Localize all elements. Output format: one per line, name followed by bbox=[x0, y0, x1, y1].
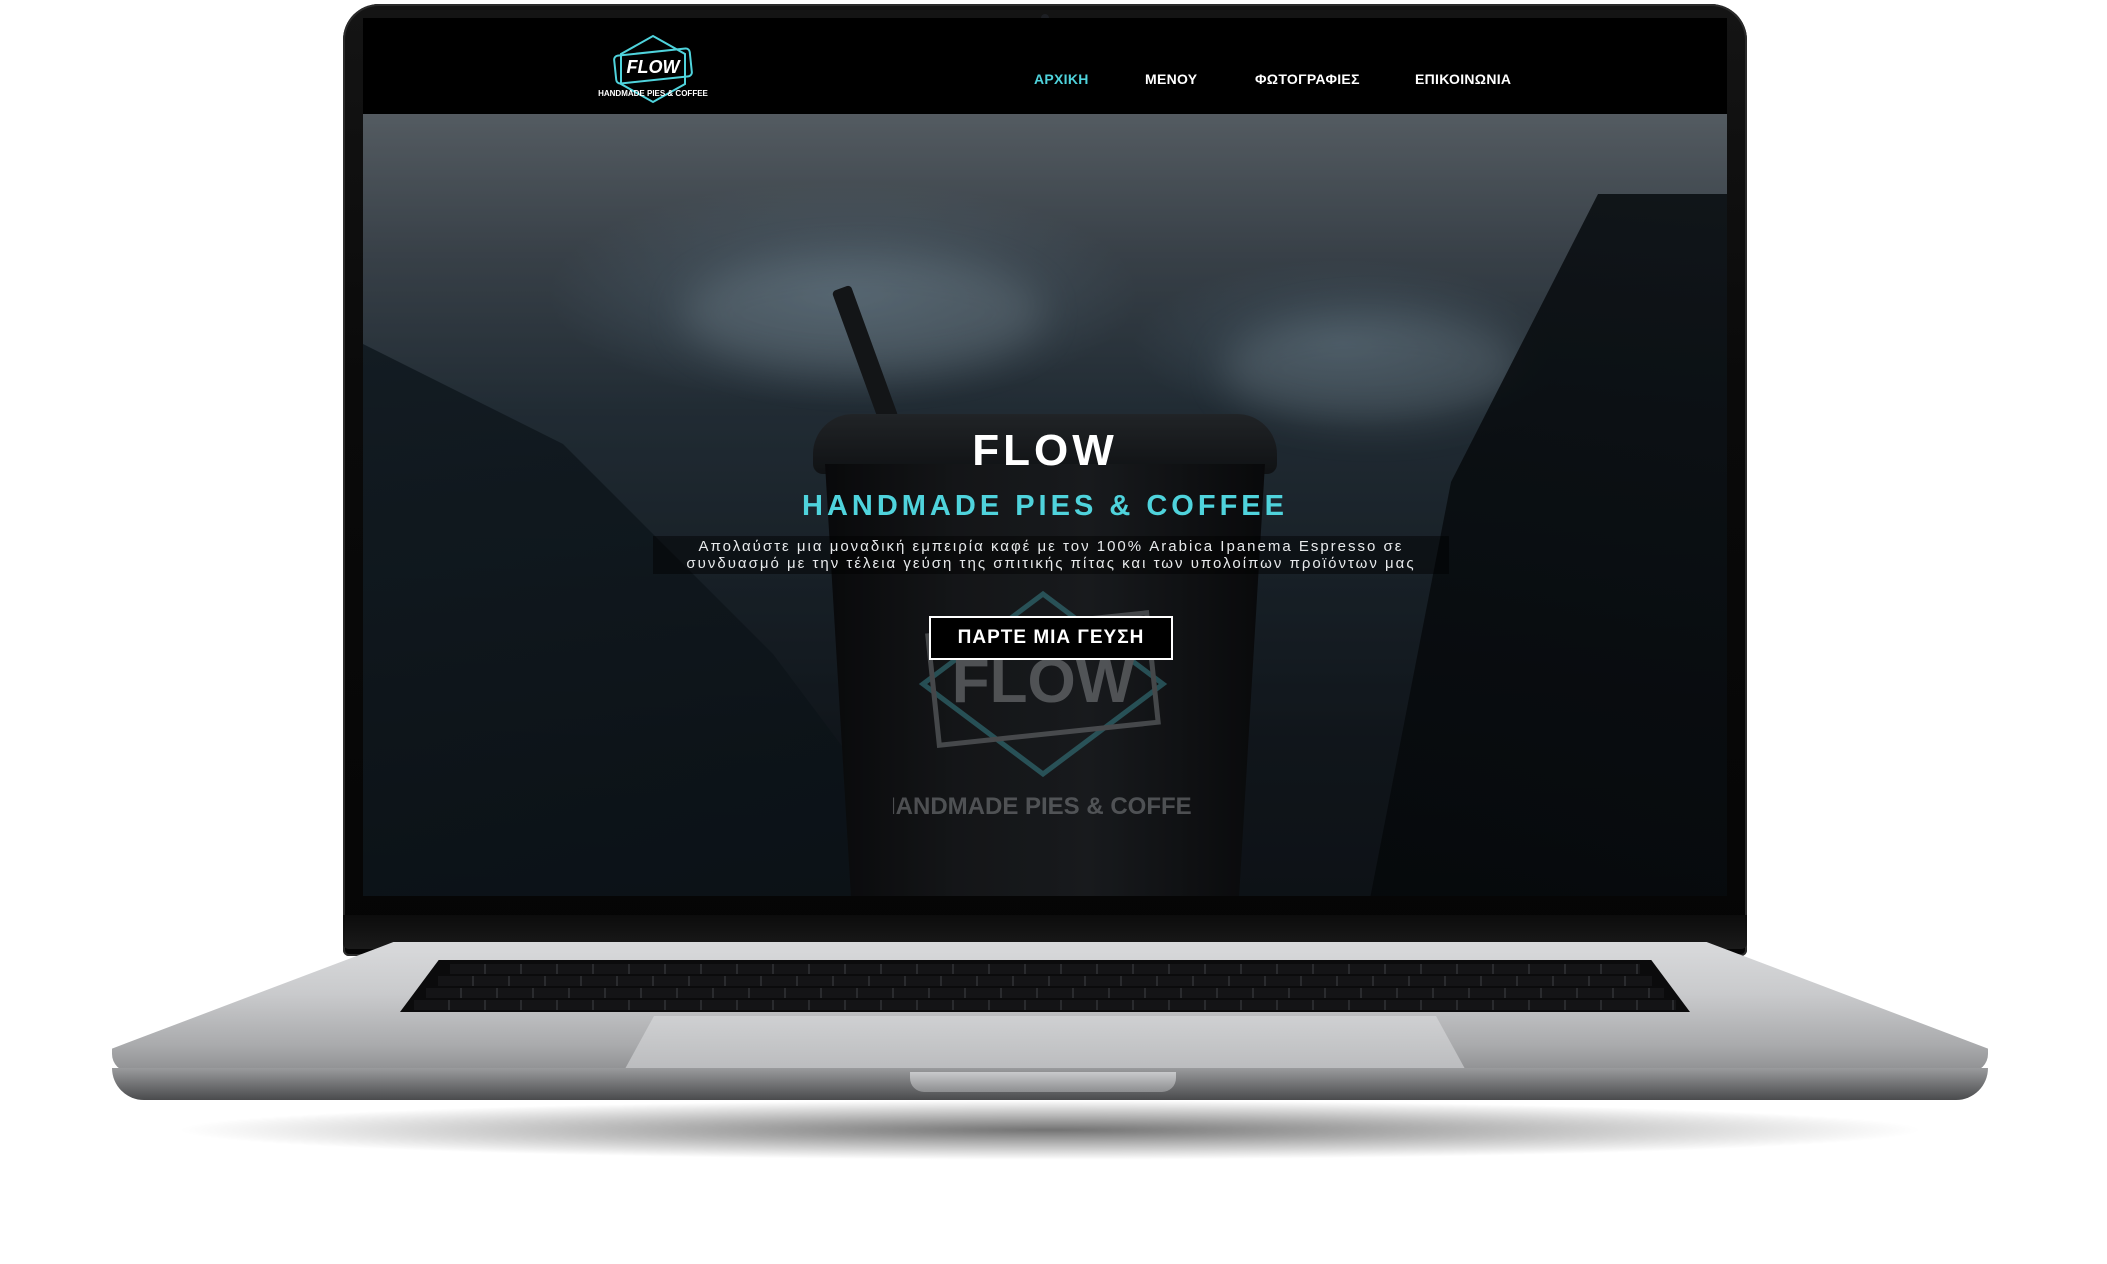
keyboard bbox=[400, 960, 1690, 1012]
nav-photos[interactable]: ΦΩΤΟΓΡΑΦΙΕΣ bbox=[1255, 71, 1360, 87]
site-header: FLOW HANDMADE PIES & COFFEE ΑΡΧΙΚΗ ΜΕΝΟΥ… bbox=[363, 18, 1727, 114]
keyboard-row bbox=[450, 964, 1640, 974]
nav-menu[interactable]: ΜΕΝΟΥ bbox=[1145, 71, 1197, 87]
logo-tagline: HANDMADE PIES & COFFEE bbox=[598, 89, 708, 98]
laptop-notch bbox=[910, 1072, 1176, 1092]
nav-home[interactable]: ΑΡΧΙΚΗ bbox=[1034, 71, 1089, 87]
keyboard-row bbox=[414, 1000, 1676, 1010]
browser-screen: FLOW HANDMADE PIES & COFFEE ΑΡΧΙΚΗ ΜΕΝΟΥ… bbox=[363, 18, 1727, 896]
hero-title: FLOW bbox=[972, 426, 1118, 475]
nav-contact[interactable]: ΕΠΙΚΟΙΝΩΝΙΑ bbox=[1415, 71, 1511, 87]
keyboard-row bbox=[438, 976, 1652, 986]
logo-word: FLOW bbox=[627, 57, 682, 77]
laptop-shadow bbox=[170, 1100, 1930, 1160]
hero-description: Απολαύστε μια μοναδική εμπειρία καφέ με … bbox=[653, 536, 1449, 574]
hero-section: FLOW HANDMADE PIES & COFFEE FLOW HANDMAD… bbox=[363, 114, 1727, 896]
flow-logo[interactable]: FLOW HANDMADE PIES & COFFEE bbox=[593, 32, 713, 108]
hero-subtitle: HANDMADE PIES & COFFEE bbox=[802, 490, 1288, 522]
laptop-mockup: FLOW HANDMADE PIES & COFFEE ΑΡΧΙΚΗ ΜΕΝΟΥ… bbox=[0, 0, 2107, 1264]
keyboard-row bbox=[426, 988, 1664, 998]
taste-button[interactable]: ΠΑΡΤΕ ΜΙΑ ΓΕΥΣΗ bbox=[929, 616, 1173, 660]
